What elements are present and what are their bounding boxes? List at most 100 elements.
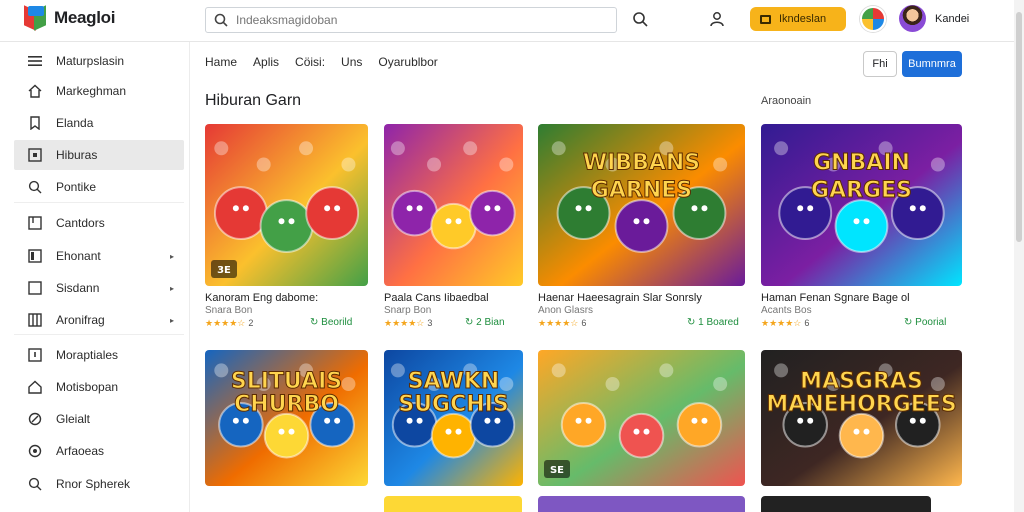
- game-developer: Anon Glasrs: [538, 305, 594, 316]
- see-all-link[interactable]: Araonoain: [761, 95, 811, 107]
- game-thumbnail[interactable]: GNBAIN GARGES: [761, 124, 962, 286]
- tab-4[interactable]: Uns: [341, 55, 362, 73]
- sidebar-item-6[interactable]: Ehonant ▸: [14, 241, 184, 271]
- character-shape: [305, 186, 360, 241]
- columns-icon: [28, 313, 42, 327]
- user-avatar[interactable]: [899, 5, 926, 32]
- game-title: Kanoram Eng dabome:: [205, 292, 319, 304]
- game-thumbnail[interactable]: MASGRAS MANEHORGEES: [761, 350, 962, 486]
- upgrade-button[interactable]: Ikndeslan: [750, 7, 846, 31]
- primary-action-button[interactable]: Bumnmra: [902, 51, 962, 77]
- sidebar-item-0[interactable]: Maturpslasin: [14, 46, 184, 76]
- character-shape: [263, 412, 310, 459]
- rating-count: 2: [248, 318, 254, 328]
- character-shape: [259, 199, 314, 253]
- character-shape: [834, 199, 889, 253]
- search-icon: [214, 13, 228, 27]
- scrollbar-thumb[interactable]: [1016, 12, 1022, 242]
- character-shape: [430, 202, 477, 250]
- category-tabs: Hame Aplis Cöisi: Uns Oyarublbor: [205, 55, 438, 73]
- character-shape: [469, 189, 516, 237]
- house-icon: [28, 380, 42, 394]
- tab-home[interactable]: Hame: [205, 55, 237, 73]
- sidebar-divider: [14, 334, 184, 335]
- app-avatar[interactable]: [860, 6, 886, 32]
- sidebar-item-label: Cantdors: [56, 216, 105, 230]
- sidebar-item-3[interactable]: Hiburas: [14, 140, 184, 170]
- character-shape: [213, 186, 268, 241]
- sidebar-item-8[interactable]: Aronifrag ▸: [14, 305, 184, 335]
- install-badge[interactable]: ↻ 2 Bian: [465, 317, 505, 328]
- app-logo[interactable]: Meagloi: [24, 5, 115, 31]
- tab-3[interactable]: Cöisi:: [295, 55, 325, 73]
- sidebar-item-5[interactable]: Cantdors: [14, 208, 184, 238]
- game-developer: Snara Bon: [205, 305, 253, 316]
- install-badge[interactable]: ↻ 1 Boared: [687, 317, 739, 328]
- install-badge[interactable]: ↻ Beorild: [310, 317, 352, 328]
- character-shape: [614, 199, 669, 253]
- chevron-right-icon: ▸: [169, 315, 174, 325]
- game-thumbnail-partial[interactable]: [384, 496, 522, 512]
- sidebar-item-13[interactable]: Rnor Spherek: [14, 469, 184, 499]
- game-thumbnail[interactable]: SLITUAIS CHURBO: [205, 350, 368, 486]
- artwork-title-text: SUGCHIS: [398, 392, 508, 417]
- chevron-right-icon: ▸: [169, 283, 174, 293]
- sidebar-item-1[interactable]: Markeghman: [14, 76, 184, 106]
- sidebar-item-label: Rnor Spherek: [56, 477, 131, 491]
- sidebar-item-2[interactable]: Elanda: [14, 108, 184, 138]
- page-scrollbar[interactable]: [1014, 0, 1024, 512]
- sidebar-item-10[interactable]: Motisbopan: [14, 372, 184, 402]
- character-shape: [838, 412, 885, 459]
- sidebar-item-label: Arfaoeas: [56, 444, 105, 458]
- artwork-title-text: SLITUAIS: [231, 369, 342, 394]
- pin-icon: [28, 444, 42, 458]
- filter-button[interactable]: Fhi: [863, 51, 897, 77]
- sidebar-item-12[interactable]: Arfaoeas: [14, 436, 184, 466]
- game-thumbnail-partial[interactable]: [761, 496, 931, 512]
- building-icon: [28, 249, 42, 263]
- game-thumbnail-partial[interactable]: [538, 496, 745, 512]
- search-button[interactable]: [630, 9, 650, 29]
- tab-apps[interactable]: Aplis: [253, 55, 279, 73]
- game-thumbnail[interactable]: 3E: [205, 124, 368, 286]
- game-thumbnail[interactable]: SAWKN SUGCHIS: [384, 350, 523, 486]
- artwork-title-text: MANEHORGEES: [766, 392, 956, 417]
- game-artwork: [384, 124, 523, 286]
- info-icon: [28, 348, 42, 362]
- artwork-title-text: GARGES: [811, 178, 912, 203]
- sidebar-item-label: Pontike: [56, 180, 97, 194]
- sidebar-item-label: Elanda: [56, 116, 94, 130]
- magnifier-icon: [28, 477, 42, 491]
- sidebar-item-label: Ehonant: [56, 249, 101, 263]
- badge-label: 1 Boared: [698, 317, 739, 328]
- sidebar-item-11[interactable]: Gleialt: [14, 404, 184, 434]
- star-rating: ★★★★☆ 6: [538, 318, 587, 328]
- tab-5[interactable]: Oyarublbor: [378, 55, 437, 73]
- character-shape: [618, 412, 665, 459]
- search-bar[interactable]: [205, 7, 617, 33]
- sidebar-item-label: Moraptiales: [56, 348, 119, 362]
- game-artwork: SAWKNSUGCHIS: [384, 350, 523, 486]
- age-rating-badge: 3E: [217, 265, 231, 276]
- game-thumbnail[interactable]: SE: [538, 350, 745, 486]
- star-rating: ★★★★☆ 6: [761, 318, 810, 328]
- artwork-title-text: SAWKN: [408, 369, 500, 394]
- artwork-title-text: CHURBO: [234, 392, 339, 417]
- username[interactable]: Kandei: [935, 13, 969, 25]
- search-input[interactable]: [236, 13, 596, 27]
- game-thumbnail[interactable]: [384, 124, 523, 286]
- sidebar-item-7[interactable]: Sisdann ▸: [14, 273, 184, 303]
- game-artwork: SLITUAISCHURBO: [205, 350, 368, 486]
- install-badge[interactable]: ↻ Poorial: [904, 317, 946, 328]
- game-artwork: MASGRASMANEHORGEES: [761, 350, 962, 486]
- artwork-title-text: MASGRAS: [800, 369, 923, 394]
- character-shape: [560, 402, 607, 448]
- sidebar-item-9[interactable]: Moraptiales: [14, 340, 184, 370]
- game-thumbnail[interactable]: WIBBANS GARNES: [538, 124, 745, 286]
- refresh-icon: ↻: [310, 317, 322, 328]
- profile-button[interactable]: [707, 9, 727, 29]
- artwork-title-text: GNBAIN: [813, 150, 910, 175]
- refresh-icon: ↻: [904, 317, 916, 328]
- sidebar-item-label: Maturpslasin: [56, 54, 125, 68]
- sidebar-item-4[interactable]: Pontike: [14, 172, 184, 202]
